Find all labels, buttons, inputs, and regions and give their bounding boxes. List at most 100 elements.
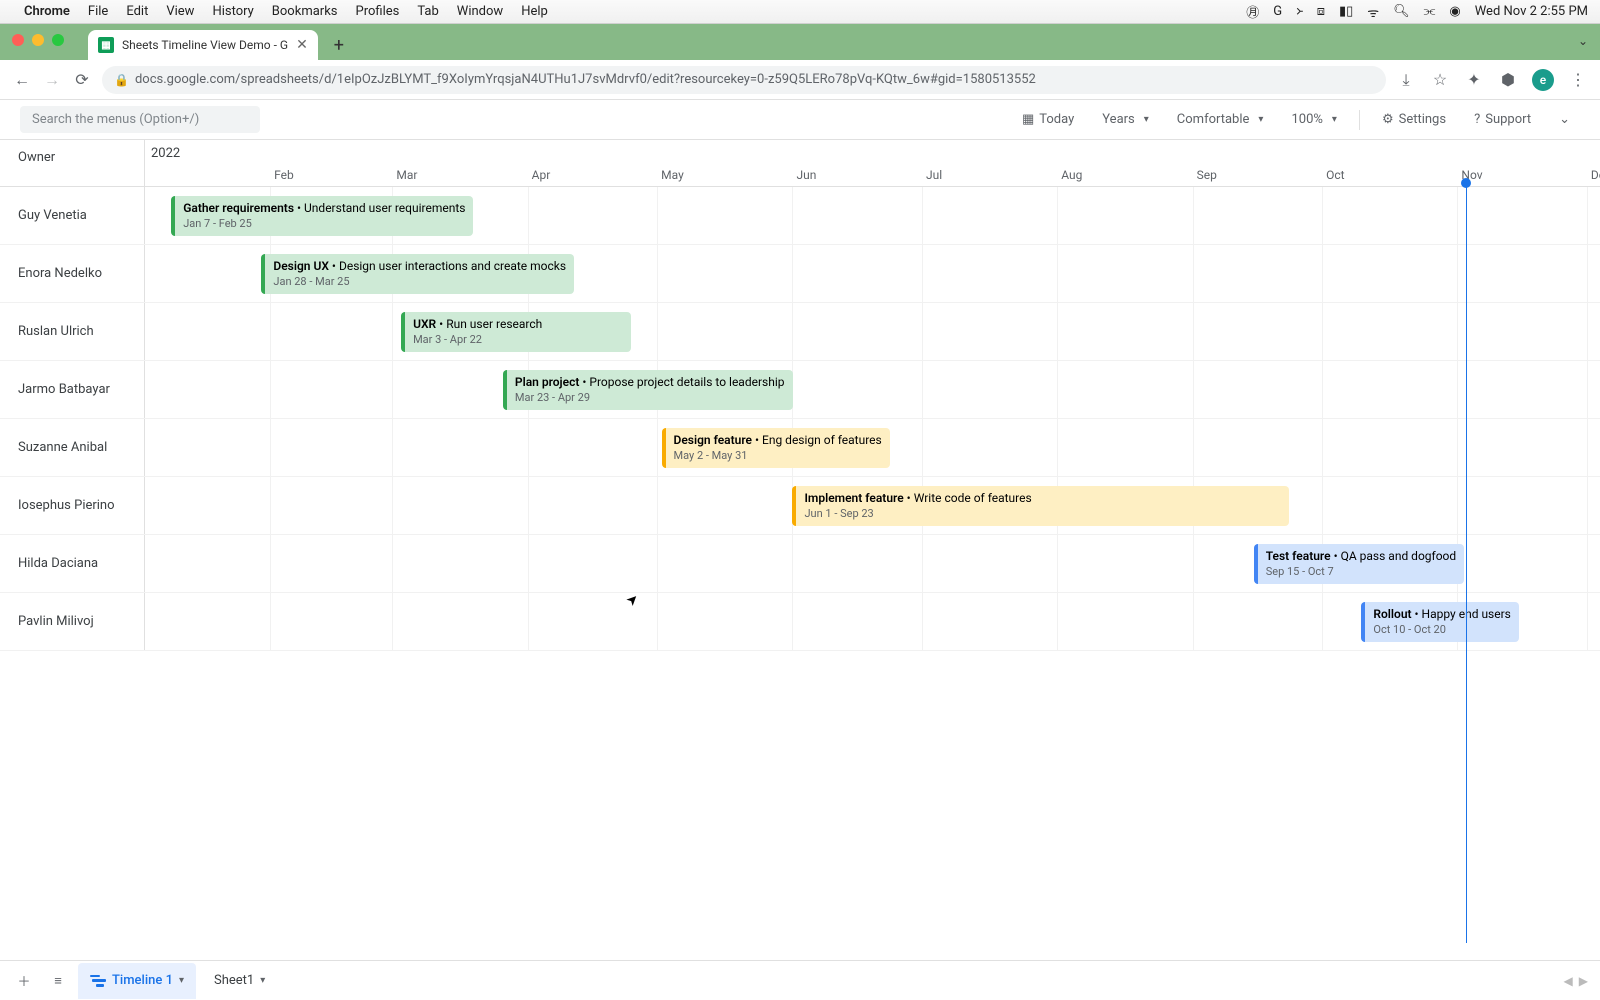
back-button[interactable]: ← [12,70,32,90]
profile-avatar[interactable]: e [1532,69,1554,91]
timeline-lane[interactable]: Test feature • QA pass and dogfoodSep 15… [145,535,1600,592]
month-label-jul: Jul [922,168,942,182]
timeline-lane[interactable]: Gather requirements • Understand user re… [145,187,1600,244]
tab-title: Sheets Timeline View Demo - G [122,38,288,52]
timeline-lane[interactable]: Rollout • Happy end usersOct 10 - Oct 20 [145,593,1600,650]
spotlight-icon[interactable]: 🔍︎ [1393,4,1410,19]
url-text: docs.google.com/spreadsheets/d/1eIpOzJzB… [135,72,1036,87]
timeline-lane[interactable]: Plan project • Propose project details t… [145,361,1600,418]
sheets-favicon: ▦ [98,37,114,53]
sheet-next-icon[interactable]: ▶ [1577,972,1590,990]
browser-tab[interactable]: ▦ Sheets Timeline View Demo - G ✕ [88,30,318,60]
timeline-row: Guy VenetiaGather requirements • Underst… [0,187,1600,245]
sheet-prev-icon[interactable]: ◀ [1562,972,1575,990]
google-icon[interactable]: G [1273,4,1282,19]
close-window-button[interactable] [12,34,24,46]
chrome-menu-icon[interactable]: ⋮ [1568,70,1588,89]
mac-menubar: Chrome File Edit View History Bookmarks Profi… [0,0,1600,24]
timeline-card[interactable]: Design feature • Eng design of featuresM… [662,428,890,468]
bookmark-star-icon[interactable]: ☆ [1430,70,1450,89]
close-tab-icon[interactable]: ✕ [296,37,308,53]
month-label-feb: Feb [270,168,294,182]
timeline-card[interactable]: Rollout • Happy end usersOct 10 - Oct 20 [1361,602,1519,642]
density-select[interactable]: Comfortable [1167,106,1274,133]
all-sheets-button[interactable]: ≡ [44,967,72,995]
siri-icon[interactable]: ◉ [1449,4,1460,19]
mac-menu-history[interactable]: History [212,4,253,19]
chevron-down-icon: ⌄ [1559,112,1570,127]
window-controls [12,34,64,46]
support-button[interactable]: ?Support [1464,106,1541,133]
timeline-body[interactable]: Guy VenetiaGather requirements • Underst… [0,187,1600,943]
timeline-row: Jarmo Batbayar Plan project • Propose pro… [0,361,1600,419]
extension-pin-icon[interactable]: ⬢ [1498,70,1518,89]
card-dates: Jun 1 - Sep 23 [804,506,1280,521]
sheet-tab-sheet1[interactable]: Sheet1 ▾ [202,963,277,999]
mac-clock[interactable]: Wed Nov 2 2:55 PM [1475,4,1588,19]
today-button[interactable]: ▦Today [1012,106,1084,133]
timeline-card[interactable]: Implement feature • Write code of featur… [792,486,1288,526]
mac-menu-profiles[interactable]: Profiles [356,4,400,19]
mac-app-name[interactable]: Chrome [24,4,70,19]
timeline-card[interactable]: UXR • Run user researchMar 3 - Apr 22 [401,312,631,352]
owner-cell: Jarmo Batbayar [0,361,145,418]
reload-button[interactable]: ⟳ [72,70,92,89]
fullscreen-window-button[interactable] [52,34,64,46]
address-bar[interactable]: 🔒 docs.google.com/spreadsheets/d/1eIpOzJ… [102,66,1386,94]
minimize-window-button[interactable] [32,34,44,46]
card-dates: May 2 - May 31 [674,448,882,463]
month-label-dec: Dec [1587,168,1600,182]
settings-button[interactable]: ⚙Settings [1372,106,1456,133]
timeline-lane[interactable]: UXR • Run user researchMar 3 - Apr 22 [145,303,1600,360]
control-center-icon[interactable]: ⫘ [1424,4,1436,19]
owner-cell: Pavlin Milivoj [0,593,145,650]
timeline-row: Enora NedelkoDesign UX • Design user int… [0,245,1600,303]
tab-overflow-icon[interactable]: ⌄ [1578,34,1588,48]
timeline-card[interactable]: Gather requirements • Understand user re… [171,196,473,236]
timeline-lane[interactable]: Design UX • Design user interactions and… [145,245,1600,302]
month-label-may: May [657,168,684,182]
card-desc: • Run user research [436,317,542,331]
menu-search-input[interactable]: Search the menus (Option+/) [20,106,260,133]
timeline-card[interactable]: Test feature • QA pass and dogfoodSep 15… [1254,544,1464,584]
forward-button[interactable]: → [42,70,62,90]
timeline-row: Ruslan UlrichUXR • Run user researchMar … [0,303,1600,361]
mac-menu-bookmarks[interactable]: Bookmarks [272,4,338,19]
wifi-icon[interactable]: ᯤ [1367,3,1379,21]
sheet-nav-arrows: ◀ ▶ [1562,972,1590,990]
zoom-select[interactable]: 100% [1281,106,1346,133]
sheets-timeline-toolbar: Search the menus (Option+/) ▦Today Years… [0,100,1600,140]
mac-menu-tab[interactable]: Tab [417,4,438,19]
scale-select[interactable]: Years [1092,106,1159,133]
card-title: Plan project [515,375,579,389]
card-dates: Oct 10 - Oct 20 [1373,622,1511,637]
month-label-oct: Oct [1322,168,1344,182]
new-tab-button[interactable]: + [326,32,352,58]
card-desc: • Propose project details to leadership [579,375,784,389]
timeline-card[interactable]: Plan project • Propose project details t… [503,370,793,410]
dropbox-icon[interactable]: ⧈ [1317,4,1325,19]
battery-icon[interactable]: ▮▯ [1339,4,1353,19]
ime-icon[interactable]: ㊊ [1246,2,1259,21]
card-dates: Mar 3 - Apr 22 [413,332,623,347]
card-title: Test feature [1266,549,1331,563]
mac-menu-view[interactable]: View [166,4,194,19]
group-column-header[interactable]: Owner [0,140,145,186]
collapse-panel-button[interactable]: ⌄ [1549,106,1580,133]
gear-icon: ⚙ [1382,112,1394,127]
sheet-tab-timeline-1[interactable]: Timeline 1 ▾ [78,963,196,999]
extensions-icon[interactable]: ✦ [1464,70,1484,89]
month-label-aug: Aug [1057,168,1082,182]
bluetooth-icon[interactable]: ᚛ [1296,4,1303,19]
timeline-lane[interactable]: Design feature • Eng design of featuresM… [145,419,1600,476]
install-app-icon[interactable]: ⤓ [1396,70,1416,90]
timeline-lane[interactable]: Implement feature • Write code of featur… [145,477,1600,534]
chevron-down-icon[interactable]: ▾ [179,975,184,986]
mac-menu-window[interactable]: Window [457,4,503,19]
chevron-down-icon[interactable]: ▾ [260,975,265,986]
mac-menu-help[interactable]: Help [521,4,548,19]
mac-menu-edit[interactable]: Edit [126,4,148,19]
add-sheet-button[interactable]: ＋ [10,967,38,995]
timeline-card[interactable]: Design UX • Design user interactions and… [261,254,574,294]
mac-menu-file[interactable]: File [88,4,108,19]
